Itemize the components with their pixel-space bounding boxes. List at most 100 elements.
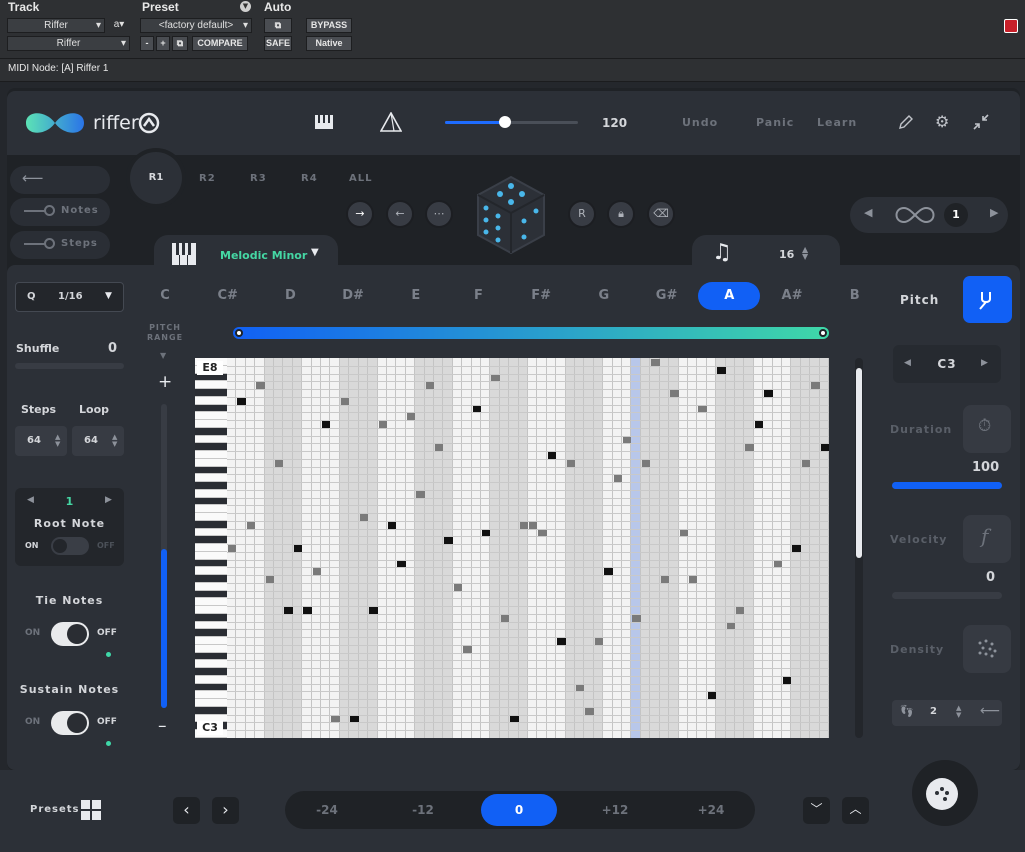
note-cell[interactable] [745,444,754,452]
pitch-next-icon[interactable]: ▶ [981,358,988,368]
note-cell[interactable] [472,405,481,413]
note-cell[interactable] [312,568,322,576]
piano-key[interactable] [195,443,227,452]
note-cell[interactable] [811,382,820,389]
piano-key[interactable] [195,675,227,684]
track-select[interactable]: Riffer ▾ [7,18,105,33]
note-cell[interactable] [293,545,303,552]
range-end-handle[interactable] [819,329,827,337]
note-cell[interactable] [726,622,735,630]
note-b-button[interactable]: B [835,288,875,303]
note-cell[interactable] [641,459,651,467]
note-cell[interactable] [651,359,660,366]
note-cell[interactable] [594,638,604,645]
note-cell[interactable] [707,692,717,700]
note-cell[interactable] [764,390,773,397]
note-cell[interactable] [557,638,566,645]
piano-roll-grid[interactable] [195,358,829,738]
riff-r3-button[interactable]: R3 [250,173,267,184]
note-cell[interactable] [510,715,519,723]
safe-button[interactable]: SAFE [264,36,292,51]
undo-button[interactable]: Undo [682,116,718,129]
sustain-notes-toggle[interactable] [51,711,89,735]
note-cell[interactable] [453,583,463,591]
notes-lock-toggle[interactable]: Notes [10,198,110,226]
note-a-button[interactable]: A [698,282,761,310]
piano-key[interactable] [195,590,227,599]
note-csharp-button[interactable]: C# [208,288,248,303]
record-icon[interactable] [1004,19,1018,33]
steps-count-stepper[interactable]: ▲ ▼ [802,246,808,261]
note-c-button[interactable]: C [145,288,185,303]
note-cell[interactable] [275,459,284,467]
piano-key[interactable] [195,497,227,506]
piano-key[interactable] [195,513,227,521]
note-cell[interactable] [406,413,416,421]
note-cell[interactable] [378,421,387,428]
note-cell[interactable] [782,676,792,684]
note-cell[interactable] [613,475,623,483]
loop-prev-icon[interactable]: ◀ [864,206,872,219]
steps-stepper[interactable]: 64 ▲ ▼ [15,426,67,456]
note-cell[interactable] [754,421,764,428]
note-cell[interactable] [566,459,576,467]
piano-key[interactable] [195,474,227,483]
piano-key[interactable] [195,551,227,560]
backward-arrow-button[interactable]: ← [386,200,414,228]
octave-minus12-button[interactable]: -12 [385,803,461,817]
piano-key[interactable] [195,668,227,676]
pitch-range-slider[interactable] [161,404,167,708]
quantize-select[interactable]: Q 1/16 ▼ [15,282,124,312]
piano-key[interactable] [195,412,227,421]
note-cell[interactable] [322,421,331,428]
shuffle-slider[interactable] [15,363,124,369]
note-cell[interactable] [792,545,801,552]
note-cell[interactable] [547,452,557,459]
piano-key[interactable] [195,699,227,707]
piano-key[interactable] [195,652,227,661]
note-cell[interactable] [350,715,359,723]
learn-button[interactable]: Learn [817,116,857,129]
piano-key[interactable] [195,451,227,459]
shuffle-dots-button[interactable]: ⋯ [425,200,453,228]
chevron-down-icon[interactable]: ﹀ [803,797,830,824]
preset-menu-icon[interactable]: ▼ [240,1,251,12]
piano-key[interactable] [195,396,227,405]
note-cell[interactable] [387,521,397,529]
note-cell[interactable] [660,576,670,583]
velocity-mode-button[interactable]: f [963,515,1011,563]
riff-r4-button[interactable]: R4 [301,173,318,184]
note-cell[interactable] [820,444,829,452]
note-cell[interactable] [256,382,265,389]
reset-r-button[interactable]: R [568,200,596,228]
note-cell[interactable] [698,405,707,413]
piano-key[interactable] [195,606,227,614]
piano-key[interactable] [195,706,227,715]
note-cell[interactable] [604,568,613,576]
grid-scrollbar[interactable] [855,358,863,738]
note-cell[interactable] [340,397,350,405]
piano-key[interactable] [195,683,227,692]
piano-key[interactable] [195,567,227,576]
note-cell[interactable] [623,436,632,444]
note-cell[interactable] [519,521,528,529]
piano-key[interactable] [195,613,227,622]
root-next-icon[interactable]: ▶ [105,495,112,505]
compare-button[interactable]: COMPARE [192,36,248,51]
insert-select[interactable]: Riffer ▾ [7,36,130,51]
tie-notes-toggle[interactable] [51,622,89,646]
piano-key[interactable] [195,458,227,467]
riff-r1-button[interactable]: R1 [130,152,182,204]
note-cell[interactable] [434,444,444,452]
note-cell[interactable] [500,614,510,622]
piano-key[interactable] [195,466,227,475]
piano-icon[interactable] [315,115,333,129]
note-range-bar[interactable] [233,327,829,339]
note-cell[interactable] [773,560,782,568]
note-cell[interactable] [237,397,246,405]
note-cell[interactable] [679,529,688,537]
presets-grid-icon[interactable] [81,800,101,820]
auto-window-icon[interactable]: ⧉ [264,18,292,33]
note-g-button[interactable]: G [584,288,624,303]
note-cell[interactable] [670,390,679,397]
